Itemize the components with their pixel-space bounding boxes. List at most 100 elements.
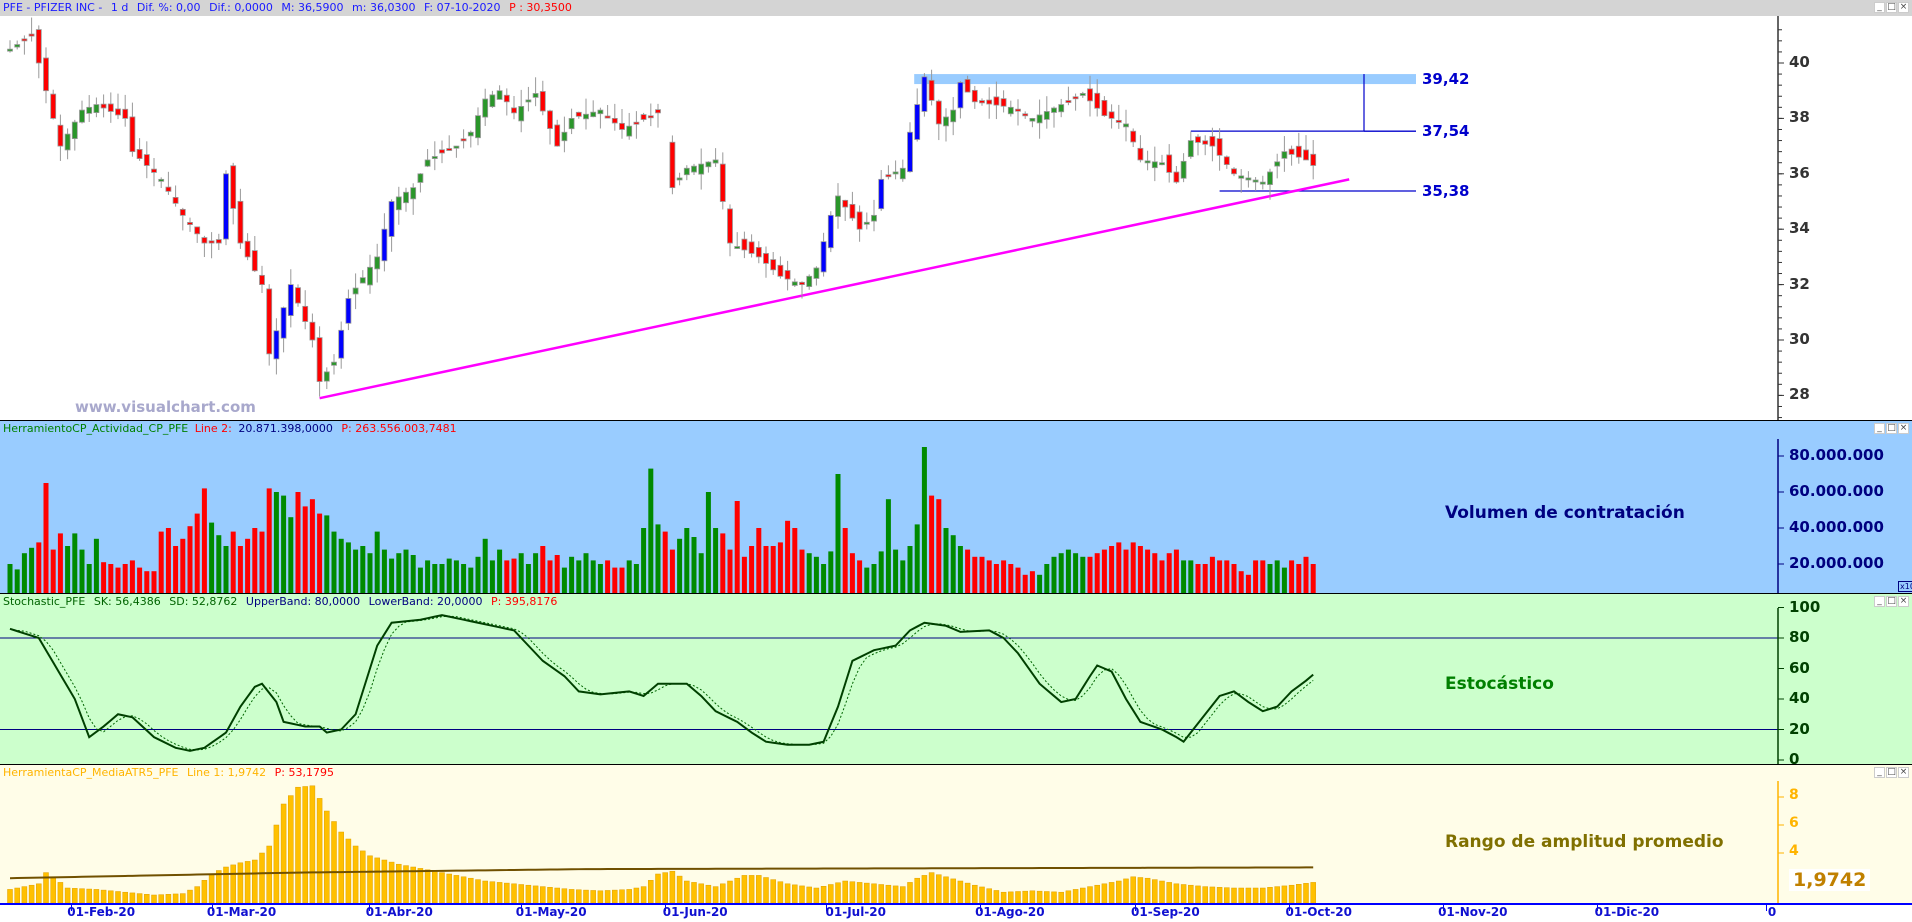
candle bbox=[813, 267, 820, 279]
atr-bar bbox=[439, 872, 445, 903]
candle bbox=[1051, 107, 1057, 113]
volume-bar bbox=[1281, 567, 1287, 593]
minimize-icon[interactable]: _ bbox=[1874, 767, 1885, 778]
max-value: M: 36,5900 bbox=[281, 1, 344, 14]
y-tick-label: 80.000.000 bbox=[1789, 446, 1884, 464]
volume-bar bbox=[439, 564, 445, 593]
atr-bar bbox=[460, 876, 467, 903]
candle bbox=[1094, 92, 1101, 109]
atr-panel[interactable]: HerramientaCP_MediaATR5_PFE Line 1: 1,97… bbox=[0, 765, 1912, 903]
candle bbox=[1065, 100, 1072, 103]
atr-bar bbox=[172, 893, 179, 903]
candle bbox=[187, 222, 193, 225]
atr-bar bbox=[151, 894, 157, 903]
minimize-icon[interactable]: _ bbox=[1874, 423, 1885, 434]
candle bbox=[856, 211, 863, 230]
atr-bar bbox=[518, 884, 524, 903]
stochastic-panel[interactable]: Stochastic_PFE SK: 56,4386 SD: 52,8762 U… bbox=[0, 594, 1912, 765]
candle bbox=[532, 93, 539, 98]
candle bbox=[1209, 136, 1216, 147]
volume-bar bbox=[576, 560, 582, 593]
min-value: m: 36,0300 bbox=[352, 1, 416, 14]
volume-bar bbox=[914, 524, 920, 593]
candle bbox=[1007, 106, 1014, 115]
candle bbox=[590, 111, 597, 118]
atr-bar bbox=[158, 894, 164, 903]
candle bbox=[172, 197, 179, 204]
atr-bar bbox=[424, 869, 431, 903]
price-chart[interactable] bbox=[0, 16, 1912, 421]
volume-bar bbox=[432, 564, 438, 593]
candle bbox=[597, 109, 604, 115]
x-tick-label: 01-Mar-20 bbox=[206, 905, 277, 919]
atr-bar bbox=[979, 886, 985, 903]
volume-bar bbox=[1267, 564, 1273, 593]
candle bbox=[1022, 113, 1029, 117]
candle bbox=[583, 113, 589, 120]
maximize-icon[interactable]: □ bbox=[1886, 2, 1897, 13]
volume-bar bbox=[14, 569, 20, 593]
close-icon[interactable]: × bbox=[1898, 767, 1909, 778]
volume-bar bbox=[619, 567, 625, 593]
atr-bar bbox=[309, 785, 316, 903]
atr-bar bbox=[568, 889, 575, 903]
maximize-icon[interactable]: □ bbox=[1886, 596, 1897, 607]
atr-bar bbox=[496, 882, 503, 903]
atr-bar bbox=[1260, 887, 1266, 903]
close-icon[interactable]: × bbox=[1898, 596, 1909, 607]
price-panel[interactable]: www.visualchart.com 28 30 32 34 36 38 40 39,42… bbox=[0, 16, 1912, 421]
atr-bar bbox=[1296, 884, 1302, 903]
y-tick-label: 20.000.000 bbox=[1789, 554, 1884, 572]
volume-bar bbox=[648, 468, 654, 593]
volume-bar bbox=[151, 571, 157, 593]
candle bbox=[827, 214, 834, 249]
atr-bar bbox=[770, 879, 776, 903]
atr-bar bbox=[993, 890, 1000, 903]
atr-bar bbox=[410, 866, 416, 903]
atr-bar bbox=[604, 890, 611, 903]
candle bbox=[655, 109, 661, 114]
maximize-icon[interactable]: □ bbox=[1886, 767, 1897, 778]
minimize-icon[interactable]: _ bbox=[1874, 596, 1885, 607]
atr-bar bbox=[273, 824, 280, 903]
scale-badge[interactable]: x10 bbox=[1898, 581, 1912, 592]
title-bar: PFE - PFIZER INC - 1 d Dif. %: 0,00 Dif.… bbox=[0, 0, 1912, 16]
atr-bar bbox=[453, 875, 460, 903]
atr-bar bbox=[1087, 886, 1093, 903]
volume-bar bbox=[1152, 553, 1158, 593]
atr-bar bbox=[820, 886, 827, 903]
volume-bar bbox=[770, 546, 776, 593]
stochastic-chart[interactable] bbox=[0, 594, 1912, 765]
candle bbox=[403, 191, 409, 204]
atr-header: HerramientaCP_MediaATR5_PFE Line 1: 1,97… bbox=[3, 766, 339, 780]
volume-panel[interactable]: HerramientoCP_Actividad_CP_PFE Line 2: 2… bbox=[0, 421, 1912, 594]
volume-bar bbox=[1303, 556, 1309, 593]
minimize-icon[interactable]: _ bbox=[1874, 2, 1885, 13]
volume-bar bbox=[468, 567, 474, 593]
atr-bar bbox=[540, 886, 546, 903]
y-tick-label: 4 bbox=[1789, 843, 1799, 859]
atr-bar bbox=[525, 884, 532, 903]
volume-bar bbox=[475, 556, 481, 593]
volume-bar bbox=[1087, 556, 1093, 593]
atr-bar bbox=[21, 886, 28, 903]
close-icon[interactable]: × bbox=[1898, 2, 1909, 13]
volume-bar bbox=[1109, 546, 1115, 593]
atr-bar bbox=[554, 887, 560, 903]
atr-bar bbox=[1245, 887, 1252, 903]
atr-bar bbox=[748, 875, 755, 903]
candle bbox=[575, 111, 582, 117]
atr-bar bbox=[122, 891, 128, 903]
volume-bar bbox=[245, 538, 251, 593]
y-tick-label: 32 bbox=[1789, 274, 1810, 293]
candle bbox=[1043, 111, 1050, 120]
x-tick-label: 01-Abr-20 bbox=[365, 905, 433, 919]
maximize-icon[interactable]: □ bbox=[1886, 423, 1897, 434]
volume-bar bbox=[194, 513, 200, 593]
close-icon[interactable]: × bbox=[1898, 423, 1909, 434]
candle bbox=[921, 76, 928, 112]
candle bbox=[1072, 96, 1079, 100]
y-tick-label: 6 bbox=[1789, 815, 1799, 831]
candle bbox=[1274, 161, 1281, 167]
candle bbox=[777, 264, 784, 277]
